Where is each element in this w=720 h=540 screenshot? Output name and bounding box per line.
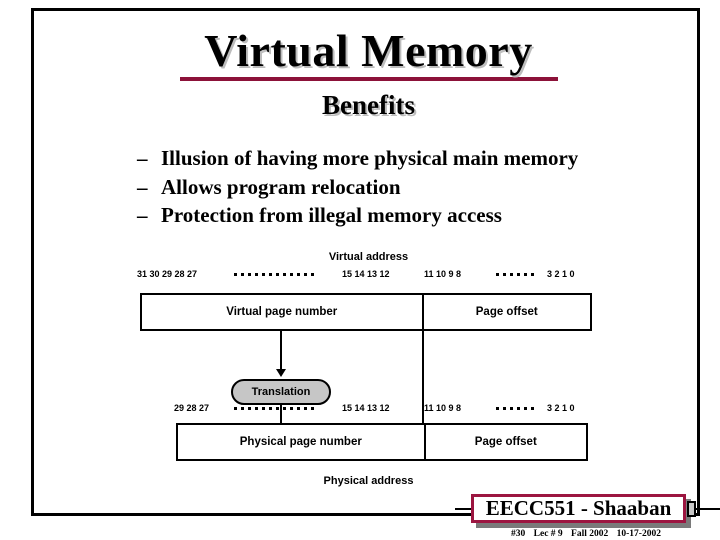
virtual-bits-ellipsis-left — [234, 273, 314, 276]
page-title: Virtual Memory — [204, 25, 533, 76]
page-offset-passthrough-line — [422, 331, 424, 435]
physical-bits-ellipsis-right — [496, 407, 534, 410]
course-badge: EECC551 - Shaaban — [455, 494, 720, 528]
physical-bits-right-high: 11 10 9 8 — [424, 403, 462, 413]
term-label: Fall 2002 — [571, 529, 609, 539]
physical-bits-right-low: 3 2 1 0 — [547, 403, 575, 413]
list-item-label: Protection from illegal memory access — [161, 203, 502, 227]
virtual-bits-left: 31 30 29 28 27 — [137, 269, 198, 279]
physical-bits-left: 29 28 27 — [174, 403, 210, 413]
lecture-number: Lec # 9 — [533, 529, 563, 539]
vpn-to-translation-arrow-icon — [276, 369, 286, 377]
bullet-dash-icon: – — [137, 174, 148, 199]
slide-number: #30 — [511, 529, 526, 539]
bullet-dash-icon: – — [137, 146, 148, 170]
address-translation-diagram: Virtual address 31 30 29 28 27 15 14 13 … — [34, 243, 703, 503]
badge-right-connector — [695, 508, 720, 510]
physical-page-number-field: Physical page number — [239, 436, 362, 448]
translation-box: Translation — [231, 379, 331, 405]
date-label: 10-17-2002 — [616, 529, 661, 539]
list-item: – Allows program relocation — [137, 173, 677, 202]
footer-metadata: #30 Lec # 9 Fall 2002 10-17-2002 — [471, 529, 701, 539]
title-underline-rule — [179, 77, 558, 81]
list-item: – Protection from illegal memory access — [137, 201, 677, 230]
virtual-bits-right-low: 3 2 1 0 — [547, 269, 575, 279]
title-block: Virtual Memory Benefits — [34, 26, 703, 121]
virtual-bits-mid: 15 14 13 12 — [342, 269, 390, 279]
physical-address-caption: Physical address — [323, 475, 414, 487]
physical-bits-ellipsis-left — [234, 407, 314, 410]
list-item-label: Allows program relocation — [161, 174, 401, 199]
virtual-bits-right-high: 11 10 9 8 — [424, 269, 462, 279]
physical-page-offset-field: Page offset — [423, 425, 586, 459]
benefits-list: – Illusion of having more physical main m… — [137, 144, 677, 230]
virtual-page-offset-field: Page offset — [421, 295, 591, 329]
list-item: – Illusion of having more physical main m… — [137, 144, 677, 173]
vpn-to-translation-line — [280, 331, 282, 373]
virtual-address-box: Virtual page number Page offset — [140, 293, 592, 331]
badge-left-connector — [455, 508, 471, 510]
virtual-address-caption: Virtual address — [328, 251, 409, 263]
physical-address-box: Physical page number Page offset — [176, 423, 588, 461]
list-item-label: Illusion of having more physical main me… — [161, 146, 579, 170]
physical-bit-number-row: 29 28 27 15 14 13 12 11 10 9 8 3 2 1 0 — [34, 403, 703, 415]
page-subtitle: Benefits — [322, 90, 415, 120]
virtual-bit-number-row: 31 30 29 28 27 15 14 13 12 11 10 9 8 3 2… — [34, 269, 703, 281]
virtual-bits-ellipsis-right — [496, 273, 534, 276]
physical-bits-mid: 15 14 13 12 — [342, 403, 390, 413]
slide-frame: Virtual Memory Benefits – Illusion of hav… — [31, 8, 720, 539]
virtual-page-number-field: Virtual page number — [226, 306, 338, 318]
bullet-dash-icon: – — [137, 203, 148, 227]
slide-canvas: Virtual Memory Benefits – Illusion of hav… — [0, 0, 720, 540]
badge-label: EECC551 - Shaaban — [471, 494, 686, 523]
